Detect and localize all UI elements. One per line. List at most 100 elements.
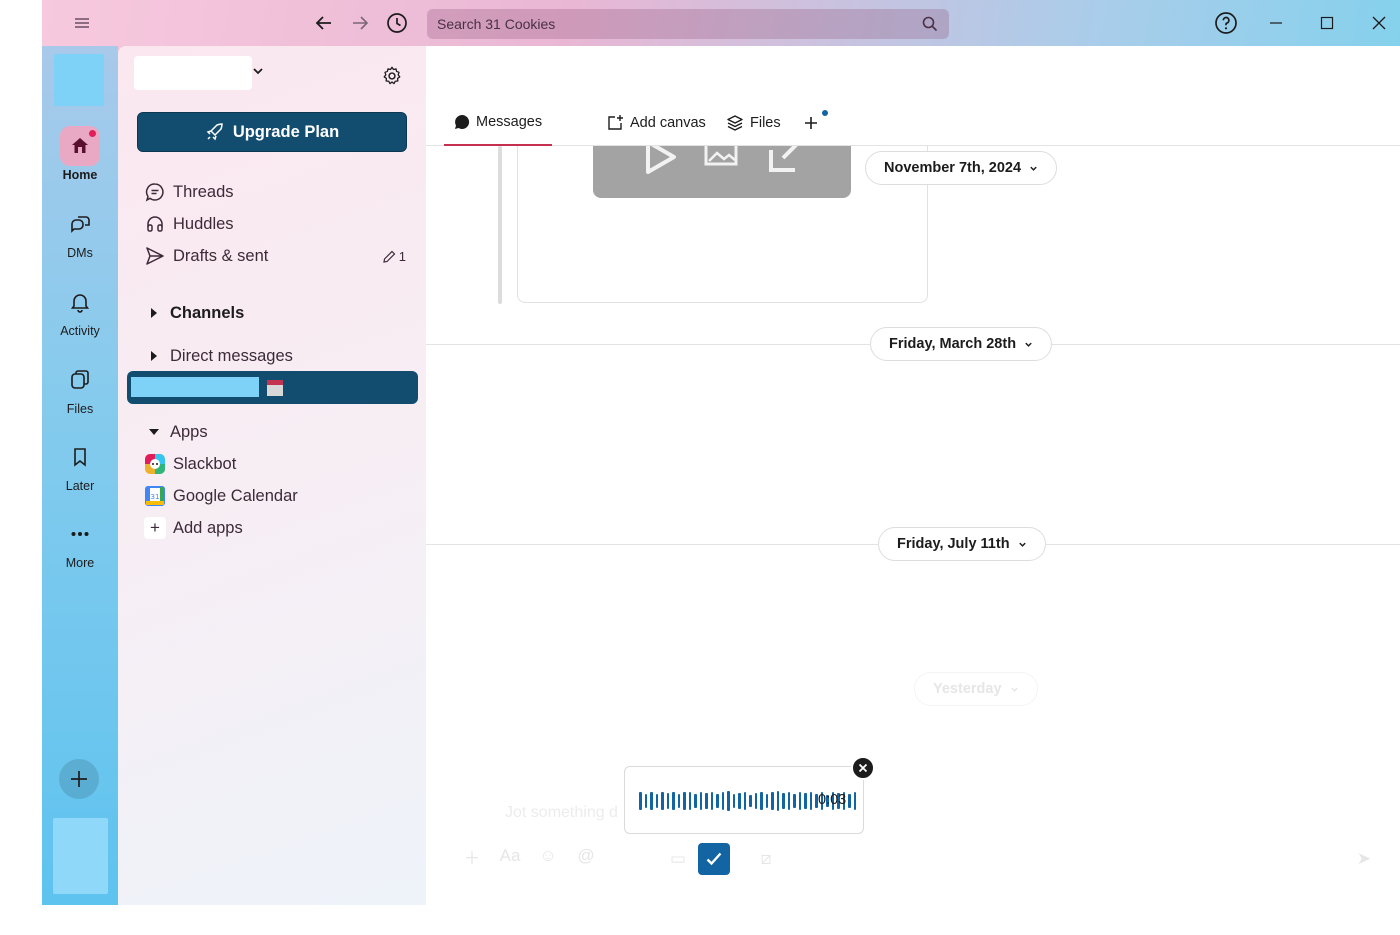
sidebar-label: Add apps	[173, 518, 243, 537]
forward-arrow-icon[interactable]	[346, 9, 374, 37]
caret-down-icon[interactable]	[144, 428, 164, 436]
caret-right-icon[interactable]	[144, 351, 164, 361]
date-label: Friday, March 28th	[889, 336, 1017, 352]
canvas-icon	[608, 115, 623, 130]
add-tab-button[interactable]	[802, 100, 832, 146]
chevron-down-icon[interactable]	[252, 64, 264, 82]
tab-add-canvas[interactable]: Add canvas	[606, 100, 706, 146]
sidebar-label: Slackbot	[173, 454, 237, 473]
rail-item-activity[interactable]: Activity	[42, 282, 118, 352]
files-icon	[60, 360, 100, 400]
message-bubble-icon	[455, 114, 470, 129]
sidebar-item-threads[interactable]: Threads	[144, 178, 414, 206]
date-divider-mar-28[interactable]: Friday, March 28th	[870, 327, 1053, 361]
video-icon[interactable]: ▭	[668, 849, 688, 869]
tab-label: Messages	[476, 114, 543, 130]
emoji-icon[interactable]: ☺	[538, 846, 558, 866]
back-arrow-icon[interactable]	[310, 9, 338, 37]
audio-clip-preview: 0:03	[624, 766, 864, 834]
send-icon	[144, 245, 166, 267]
rail-item-more[interactable]: More	[42, 514, 118, 584]
rail-item-files[interactable]: Files	[42, 360, 118, 430]
workspace-logo[interactable]	[54, 54, 104, 106]
dms-icon	[60, 204, 100, 244]
pencil-icon	[383, 250, 396, 263]
plus-icon[interactable]: ＋	[462, 846, 482, 868]
minimize-window-icon[interactable]	[1262, 9, 1290, 37]
home-icon	[60, 126, 100, 166]
rail-item-dms[interactable]: DMs	[42, 204, 118, 274]
close-icon	[858, 763, 868, 773]
checkmark-icon	[706, 852, 722, 866]
search-input[interactable]: Search 31 Cookies	[437, 16, 921, 32]
tab-messages[interactable]: Messages	[444, 100, 553, 146]
media-preview[interactable]	[593, 146, 851, 198]
discard-clip-button[interactable]	[851, 756, 875, 780]
tab-files[interactable]: Files	[726, 100, 781, 146]
chevron-down-icon	[1025, 342, 1032, 347]
sidebar-label: Threads	[173, 182, 234, 201]
svg-text:31: 31	[151, 493, 160, 501]
bookmark-icon	[60, 437, 100, 477]
hamburger-menu-icon[interactable]	[68, 9, 96, 37]
date-divider-nov-7[interactable]: November 7th, 2024	[865, 151, 1058, 185]
date-divider-yesterday[interactable]: Yesterday	[914, 672, 1038, 706]
sidebar-item-add-apps[interactable]: + Add apps	[144, 514, 414, 542]
rail-label-later: Later	[65, 479, 95, 493]
sidebar-label: Huddles	[173, 214, 234, 233]
settings-gear-icon[interactable]	[380, 64, 404, 88]
workspace-rail: Home DMs Activity Files Later More	[42, 46, 118, 905]
upgrade-plan-button[interactable]: Upgrade Plan	[137, 112, 407, 152]
sidebar-item-google-calendar[interactable]: 31 Google Calendar	[144, 482, 414, 510]
direct-messages-label: Direct messages	[170, 346, 293, 365]
google-calendar-icon: 31	[144, 485, 166, 507]
mention-icon[interactable]: @	[576, 846, 596, 866]
search-bar[interactable]: Search 31 Cookies	[427, 9, 949, 39]
drafts-count: 1	[383, 249, 414, 264]
sidebar-item-slackbot[interactable]: Slackbot	[144, 450, 414, 478]
conversation-tabs: Messages Add canvas Files	[426, 100, 1400, 146]
rail-label-files: Files	[66, 402, 94, 416]
chevron-down-icon	[1010, 687, 1018, 692]
unread-badge	[89, 130, 96, 137]
add-workspace-button[interactable]	[59, 759, 99, 799]
channel-sidebar: Upgrade Plan Threads Huddles Drafts & se…	[118, 46, 448, 905]
conversation-pane: Messages Add canvas Files November 7th, …	[426, 46, 1400, 905]
maximize-window-icon[interactable]	[1313, 9, 1341, 37]
play-icon	[646, 146, 676, 174]
workspace-name[interactable]	[134, 56, 252, 90]
rail-item-later[interactable]: Later	[42, 437, 118, 507]
tab-label: Files	[750, 115, 781, 131]
thread-line	[498, 146, 502, 304]
rail-label-dms: DMs	[67, 246, 93, 260]
date-divider-jul-11[interactable]: Friday, July 11th	[878, 527, 1046, 561]
rail-item-home[interactable]: Home	[42, 126, 118, 196]
files-stack-icon	[727, 115, 743, 131]
search-icon[interactable]	[921, 15, 939, 33]
channels-label: Channels	[170, 303, 245, 322]
drafts-count-value: 1	[398, 248, 406, 264]
close-window-icon[interactable]	[1365, 9, 1393, 37]
sidebar-section-channels[interactable]: Channels	[144, 299, 414, 327]
user-avatar[interactable]	[53, 818, 108, 894]
confirm-clip-button[interactable]	[698, 843, 730, 875]
sidebar-section-direct-messages[interactable]: Direct messages	[144, 342, 414, 370]
plus-icon	[805, 117, 817, 129]
slackbot-icon	[144, 453, 166, 475]
slash-command-icon[interactable]: ⧄	[756, 849, 776, 869]
rail-label-activity: Activity	[60, 324, 100, 338]
headphones-icon	[144, 213, 166, 235]
plus-icon	[71, 771, 87, 787]
history-clock-icon[interactable]	[383, 9, 411, 37]
send-message-icon[interactable]: ➤	[1354, 849, 1374, 869]
message-input[interactable]: Jot something d	[505, 804, 618, 822]
sidebar-item-drafts[interactable]: Drafts & sent 1	[144, 242, 414, 270]
date-label: November 7th, 2024	[884, 160, 1022, 176]
help-icon[interactable]	[1212, 9, 1240, 37]
rocket-icon	[206, 123, 223, 141]
caret-right-icon[interactable]	[144, 308, 164, 318]
sidebar-item-huddles[interactable]: Huddles	[144, 210, 414, 238]
formatting-icon[interactable]: Aa	[500, 846, 521, 866]
sidebar-section-apps[interactable]: Apps	[144, 418, 414, 446]
selected-conversation[interactable]	[127, 371, 418, 404]
